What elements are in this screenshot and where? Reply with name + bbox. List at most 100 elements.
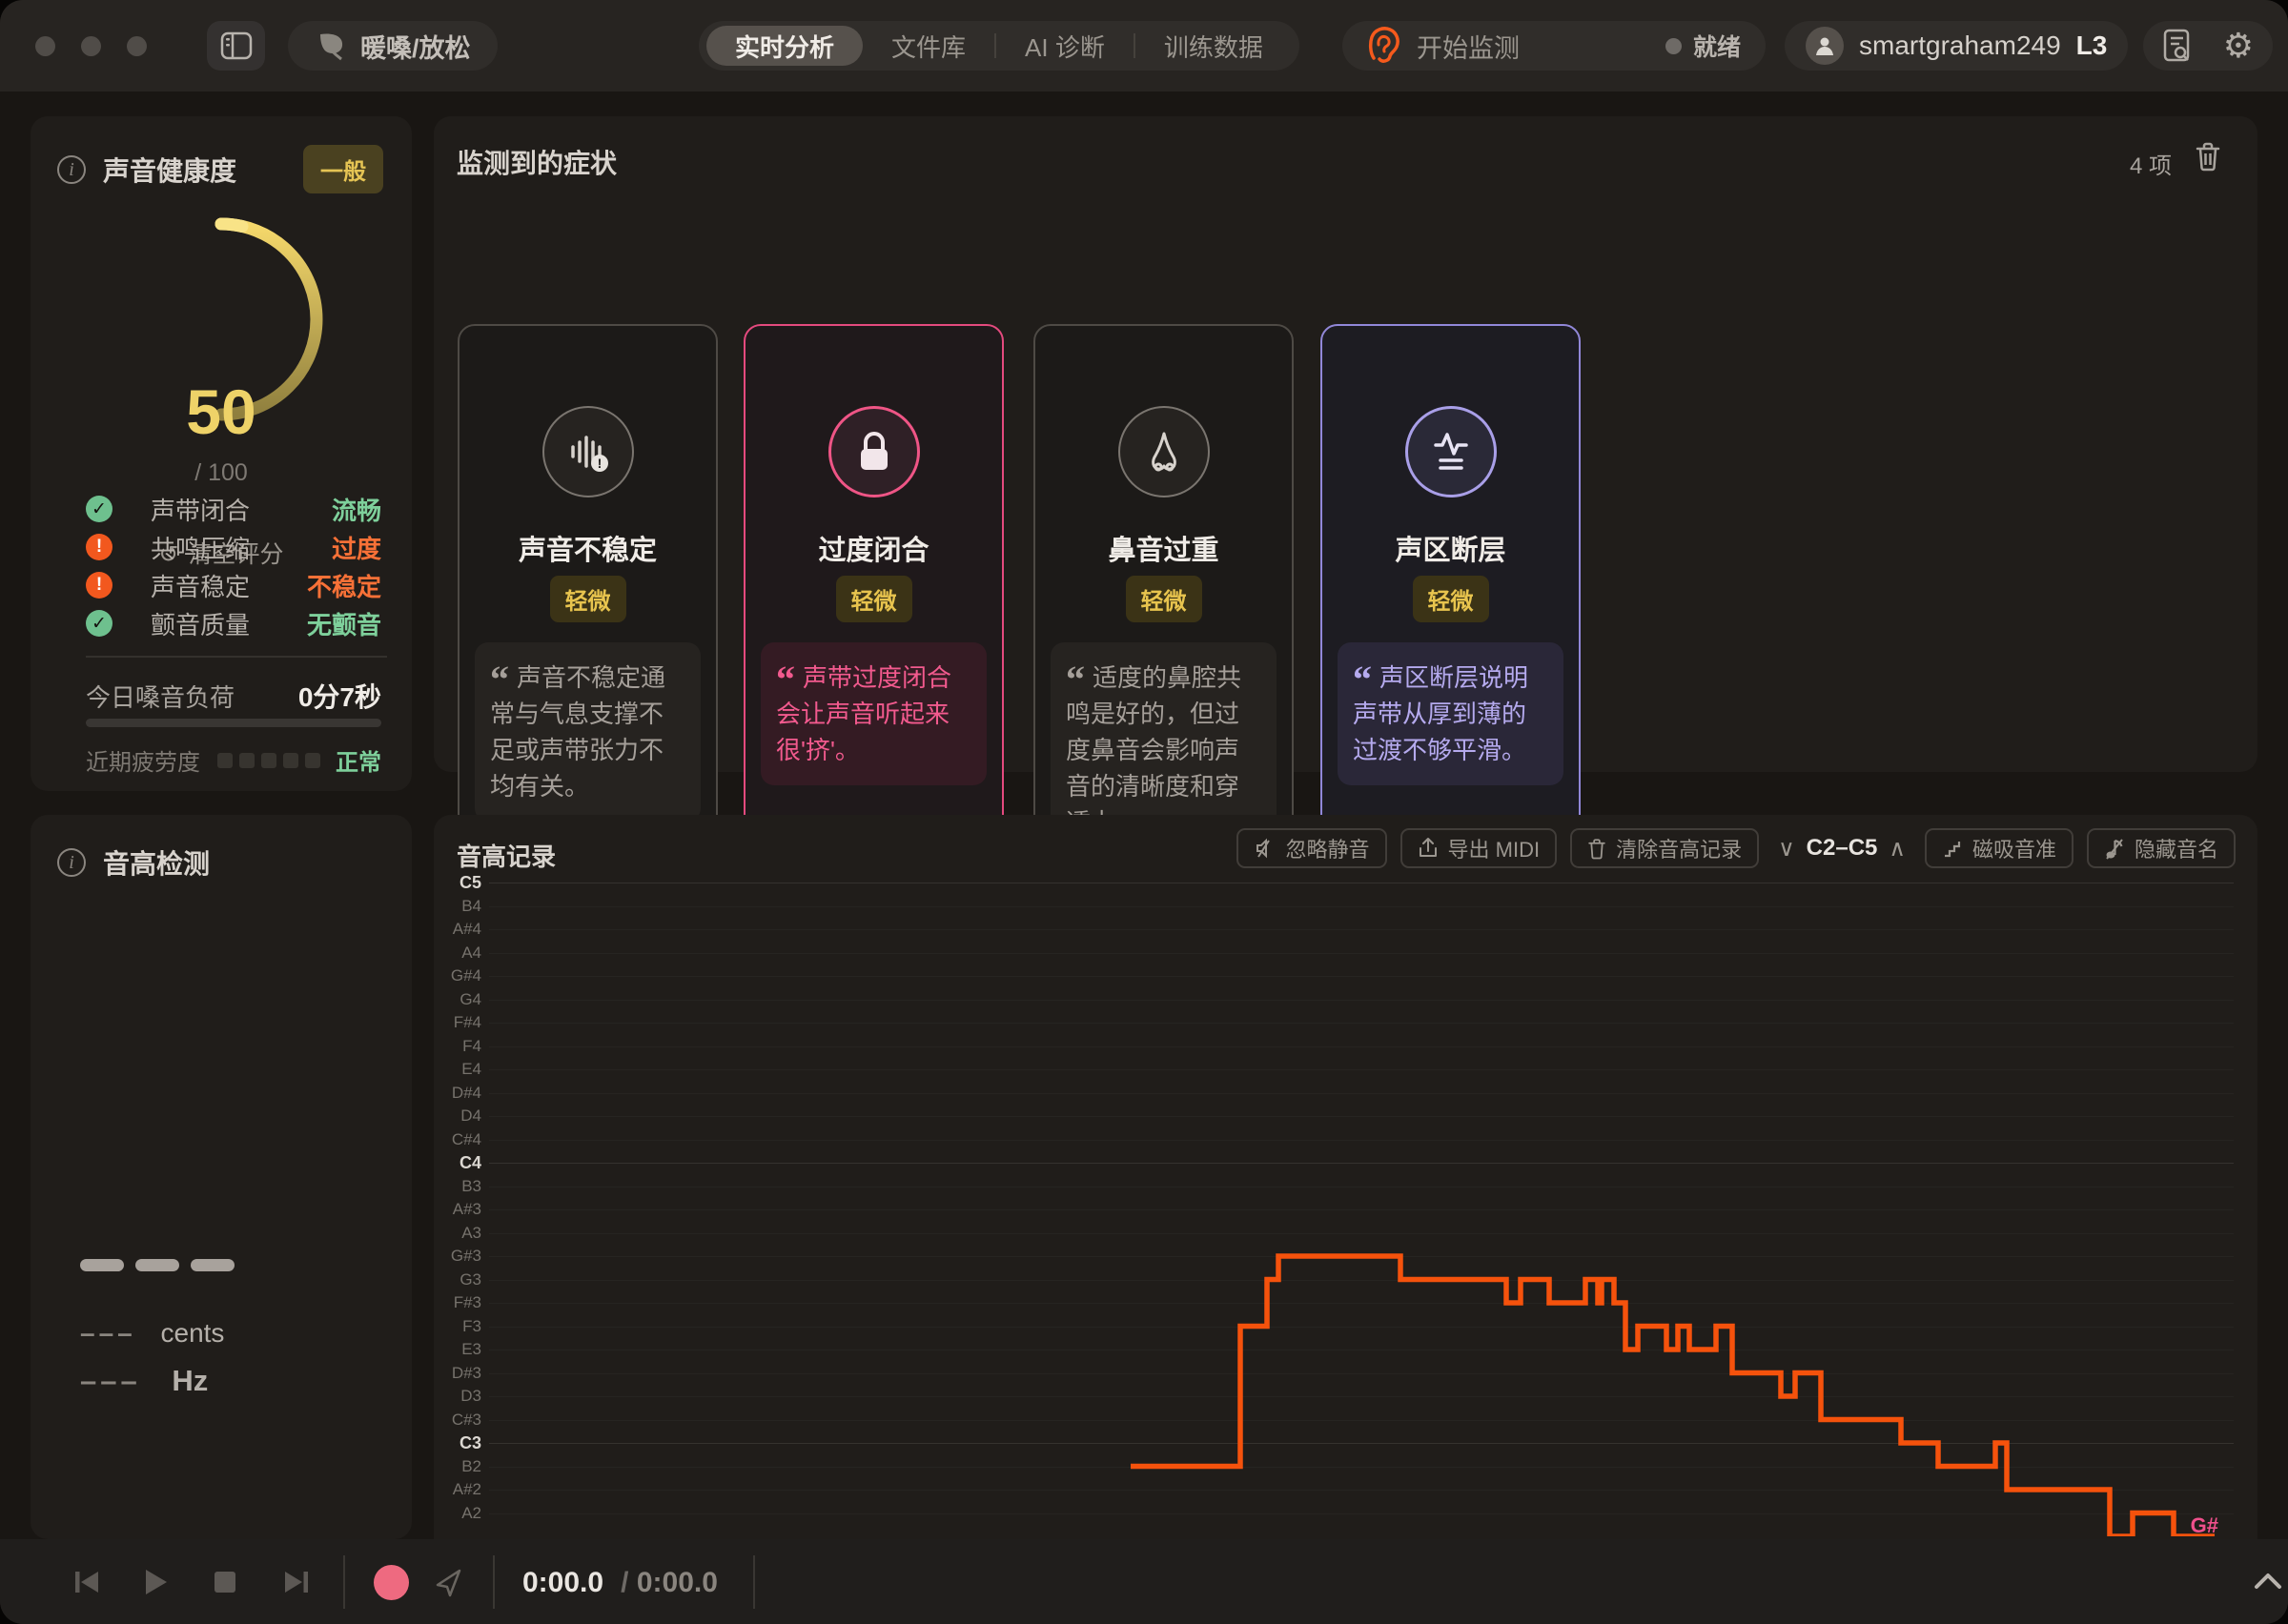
severity-badge: 轻微 <box>1126 576 1202 622</box>
range-selector: ∨ C2–C5 ∧ <box>1772 835 1911 863</box>
clear-pitch-record-button[interactable]: 清除音高记录 <box>1570 828 1759 868</box>
symptom-card-unstable-voice[interactable]: ! 声音不稳定 轻微 “声音不稳定通常与气息支撑不足或声带张力不均有关。 <box>458 324 718 865</box>
tab-realtime-analysis[interactable]: 实时分析 <box>706 26 863 66</box>
symptom-card-nasal-voice[interactable]: 鼻音过重 轻微 “适度的鼻腔共鸣是好的，但过度鼻音会影响声音的清晰度和穿透力。 <box>1033 324 1294 865</box>
fatigue-row: 近期疲劳度 正常 <box>86 743 381 777</box>
username: smartgraham249 <box>1859 30 2061 61</box>
voice-load-row: 今日嗓音负荷 0分7秒 <box>86 677 381 715</box>
note-label-D3: D3 <box>434 1387 481 1406</box>
export-midi-button[interactable]: 导出 MIDI <box>1400 828 1558 868</box>
symptom-count: 4 项 <box>2130 147 2172 180</box>
tab-ai-diagnosis[interactable]: AI 诊断 <box>996 29 1134 64</box>
lock-icon <box>828 406 920 497</box>
trash-icon[interactable] <box>2195 141 2221 172</box>
note-label-F#4: F#4 <box>434 1013 481 1032</box>
skip-forward-button[interactable] <box>281 1567 312 1597</box>
metric-row: ! 声音稳定 不稳定 <box>86 566 381 604</box>
status-label: 就绪 <box>1693 29 1741 63</box>
info-icon[interactable]: i <box>57 155 86 184</box>
time-current: 0:00.0 <box>522 1567 603 1598</box>
send-arrow-icon[interactable] <box>431 1566 465 1600</box>
sidebar-toggle-button[interactable] <box>207 21 265 71</box>
transport-bar: 0:00.0 / 0:00.0 <box>0 1539 2288 1624</box>
chevron-down-icon[interactable]: ∨ <box>1778 835 1795 863</box>
hide-note-names-button[interactable]: 隐藏音名 <box>2087 828 2236 868</box>
ear-icon <box>1367 26 1401 66</box>
quote-mark: “ <box>1353 658 1372 700</box>
check-circle-icon: ✓ <box>86 610 112 637</box>
trash-icon <box>1587 838 1606 860</box>
symptom-card-register-break[interactable]: 声区断层 轻微 “声区断层说明声带从厚到薄的过渡不够平滑。 <box>1320 324 1581 865</box>
chevron-up-icon[interactable]: ∧ <box>1889 835 1906 863</box>
alert-circle-icon: ! <box>86 534 112 560</box>
metric-row: ! 共鸣压缩 过度 <box>86 528 381 566</box>
tab-file-library[interactable]: 文件库 <box>863 29 994 64</box>
symptom-quote: “声音不稳定通常与气息支撑不足或声带张力不均有关。 <box>475 642 701 822</box>
symptom-title: 声区断层 <box>1322 528 1579 568</box>
time-total: 0:00.0 <box>637 1567 718 1598</box>
window-zoom-button[interactable] <box>127 36 147 56</box>
report-search-icon[interactable] <box>2162 29 2193 63</box>
record-button[interactable] <box>374 1565 409 1600</box>
note-label-A#2: A#2 <box>434 1480 481 1499</box>
health-score: 50 <box>31 376 412 448</box>
window-minimize-button[interactable] <box>81 36 101 56</box>
collapse-chevron-up-icon[interactable] <box>2252 1570 2284 1593</box>
health-grade-badge: 一般 <box>303 145 383 193</box>
metric-row: ✓ 颤音质量 无颤音 <box>86 604 381 642</box>
divider <box>753 1555 755 1609</box>
note-label-C#4: C#4 <box>434 1130 481 1149</box>
note-label-F4: F4 <box>434 1037 481 1056</box>
chart-note-axis: C5B4A#4A4G#4G4F#4F4E4D#4D4C#4C4B3A#3A3G#… <box>434 815 486 1539</box>
app-mode-pill[interactable]: 暖嗓/放松 <box>288 21 498 71</box>
stairs-icon <box>1942 838 1963 859</box>
note-label-F3: F3 <box>434 1317 481 1336</box>
current-note-tag: G# <box>2191 1513 2218 1536</box>
severity-badge: 轻微 <box>1413 576 1489 622</box>
stop-button[interactable] <box>212 1569 238 1595</box>
symptoms-title: 监测到的症状 <box>457 149 617 178</box>
note-label-G4: G4 <box>434 990 481 1009</box>
window-close-button[interactable] <box>35 36 55 56</box>
health-panel-title: 声音健康度 <box>103 151 236 189</box>
pitch-record-toolbar: 忽略静音 导出 MIDI 清除音高记录 ∨ C2–C5 ∧ <box>1236 828 2237 868</box>
time-readout: 0:00.0 / 0:00.0 <box>522 1566 718 1599</box>
user-pill[interactable]: smartgraham249 L3 <box>1785 21 2128 71</box>
symptom-quote: “声带过度闭合会让声音听起来很'挤'。 <box>761 642 987 785</box>
skip-back-button[interactable] <box>72 1567 102 1597</box>
symptom-card-over-closure[interactable]: 过度闭合 轻微 “声带过度闭合会让声音听起来很'挤'。 <box>744 324 1004 865</box>
health-score-max: / 100 <box>31 459 412 487</box>
start-monitor-button[interactable]: 开始监测 <box>1417 28 1520 65</box>
ignore-silence-button[interactable]: 忽略静音 <box>1236 828 1387 868</box>
hz-readout: ––– Hz <box>80 1364 208 1398</box>
pitch-step-line <box>1131 1256 2215 1536</box>
topbar-actions: ⚙ <box>2143 21 2273 71</box>
note-label-C5: C5 <box>434 873 481 892</box>
note-label-G#3: G#3 <box>434 1247 481 1266</box>
leaf-icon <box>315 30 347 61</box>
note-label-A4: A4 <box>434 944 481 963</box>
register-break-icon <box>1405 406 1497 497</box>
gear-icon[interactable]: ⚙ <box>2223 29 2254 63</box>
pitch-chart[interactable]: G# <box>489 883 2234 1536</box>
alert-circle-icon: ! <box>86 572 112 599</box>
note-label-E4: E4 <box>434 1060 481 1079</box>
note-label-A#4: A#4 <box>434 920 481 939</box>
main-tabs: 实时分析 文件库 AI 诊断 训练数据 <box>699 21 1299 71</box>
note-label-G#4: G#4 <box>434 966 481 985</box>
note-label-A#3: A#3 <box>434 1200 481 1219</box>
pitch-detect-panel: i 音高检测 ––– cents ––– Hz <box>31 815 412 1539</box>
detected-note-placeholder <box>80 1259 235 1276</box>
tab-training-data[interactable]: 训练数据 <box>1135 29 1292 64</box>
symptom-title: 鼻音过重 <box>1035 528 1292 568</box>
voice-load-value: 0分7秒 <box>298 677 381 715</box>
note-label-E3: E3 <box>434 1340 481 1359</box>
fatigue-block <box>283 753 298 768</box>
note-label-G3: G3 <box>434 1270 481 1289</box>
snap-pitch-button[interactable]: 磁吸音准 <box>1925 828 2074 868</box>
note-label-C#3: C#3 <box>434 1411 481 1430</box>
info-icon[interactable]: i <box>57 848 86 877</box>
severity-badge: 轻微 <box>836 576 912 622</box>
symptom-title: 声音不稳定 <box>460 528 716 568</box>
play-button[interactable] <box>141 1567 170 1597</box>
